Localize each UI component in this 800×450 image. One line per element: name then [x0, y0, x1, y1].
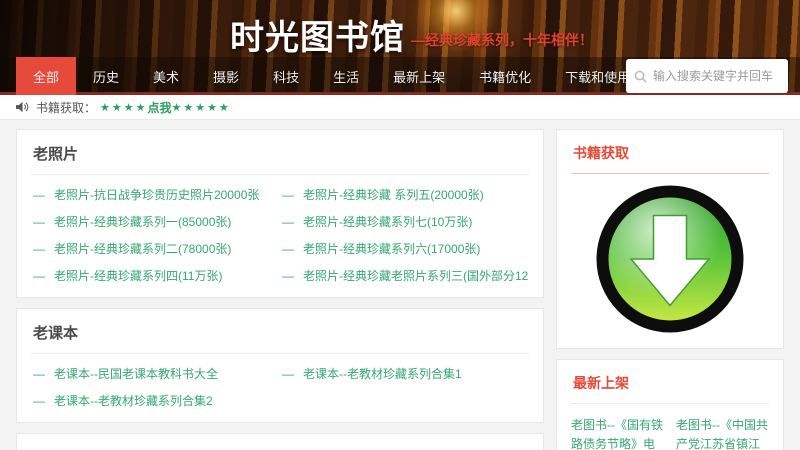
dash-bullet-icon: — [282, 214, 294, 229]
nav-item[interactable]: 书籍优化 [462, 57, 548, 95]
dash-bullet-icon: — [33, 214, 45, 229]
book-link[interactable]: 老照片-经典珍藏系列六(17000张) [303, 240, 480, 257]
dash-bullet-icon: — [282, 366, 294, 381]
nav-item[interactable]: 摄影 [196, 57, 256, 95]
stars-left: ★★★★ [100, 101, 148, 114]
book-link[interactable]: 老照片-经典珍藏系列一(85000张) [54, 213, 231, 230]
list-item: — 老照片-经典珍藏老照片系列三(国外部分12万张) [280, 267, 529, 284]
book-link[interactable]: 老照片-经典珍藏老照片系列三(国外部分12万张) [303, 267, 529, 284]
sidebar-box-title: 书籍获取 [573, 145, 629, 161]
stars-right: ★★★★★ [171, 101, 231, 114]
speaker-icon [16, 101, 29, 113]
latest-book-link[interactable]: 老图书--《中国共产党江苏省镇江市组织史资料(1925-5—1987-10)》电… [676, 416, 769, 450]
nav-item[interactable]: 生活 [316, 57, 376, 95]
list-item: — 老课本--老教材珍藏系列合集1 [280, 365, 529, 382]
sidebar-box-title: 最新上架 [573, 375, 629, 391]
list-item: — 老照片-抗日战争珍贵历史照片20000张 [31, 186, 280, 203]
nav-item[interactable]: 美术 [136, 57, 196, 95]
book-link[interactable]: 老课本--老教材珍藏系列合集1 [303, 365, 462, 382]
latest-books-list: 老图书--《国有铁路债务节略》电子版合集 老图书--《中国共产党江苏省镇江市组织… [557, 404, 783, 450]
search-input[interactable] [653, 69, 780, 83]
list-item: — 老课本--老教材珍藏系列合集2 [31, 392, 280, 409]
dash-bullet-icon: — [33, 241, 45, 256]
dash-bullet-icon: — [282, 241, 294, 256]
list-item: — 老照片-经典珍藏系列四(11万张) [31, 267, 280, 284]
book-link[interactable]: 老课本--老教材珍藏系列合集2 [54, 392, 213, 409]
book-link[interactable]: 老照片-经典珍藏系列二(78000张) [54, 240, 231, 257]
sidebar-latest-box: 最新上架 老图书--《国有铁路债务节略》电子版合集 老图书--《中国共产党江苏省… [556, 359, 784, 450]
dash-bullet-icon: — [282, 268, 294, 283]
main-content: 老照片 — 老照片-抗日战争珍贵历史照片20000张 — 老照片-经典珍藏 系列… [0, 120, 800, 450]
dash-bullet-icon: — [33, 187, 45, 202]
book-link[interactable]: 老照片-经典珍藏 系列五(20000张) [303, 186, 484, 203]
book-link[interactable]: 老照片-抗日战争珍贵历史照片20000张 [54, 186, 259, 203]
nav-item[interactable]: 历史 [76, 57, 136, 95]
list-item: — 老照片-经典珍藏系列二(78000张) [31, 240, 280, 257]
book-link[interactable]: 老课本--民国老课本教科书大全 [54, 365, 218, 382]
nav-item[interactable]: 最新上架 [376, 57, 462, 95]
section-modern-magazines: 近代杂志 — 现代杂志--《兵器知识》1979-2018年合集 — 现代杂志--… [16, 433, 544, 450]
header-top: 时光图书馆 —经典珍藏系列，十年相伴！ [0, 0, 800, 57]
site-title: 时光图书馆 [230, 19, 405, 58]
list-item: — 老课本--民国老课本教科书大全 [31, 365, 280, 382]
notice-bar: 书籍获取： ★★★★ 点我 ★★★★★ [0, 95, 800, 120]
site-subtitle: —经典珍藏系列，十年相伴！ [411, 32, 593, 48]
section-old-photos: 老照片 — 老照片-抗日战争珍贵历史照片20000张 — 老照片-经典珍藏 系列… [16, 129, 544, 298]
list-item: — 老照片-经典珍藏系列七(10万张) [280, 213, 529, 230]
old-textbooks-link-list: — 老课本--民国老课本教科书大全 — 老课本--老教材珍藏系列合集1 — 老课… [17, 354, 543, 422]
download-arrow-icon[interactable] [595, 184, 745, 334]
header-banner: 时光图书馆 —经典珍藏系列，十年相伴！ 全部 历史 美术 摄影 科技 生活 最新… [0, 0, 800, 95]
section-title: 老照片 [33, 146, 79, 163]
old-photos-link-list: — 老照片-抗日战争珍贵历史照片20000张 — 老照片-经典珍藏 系列五(20… [17, 175, 543, 297]
list-item: — 老照片-经典珍藏系列一(85000张) [31, 213, 280, 230]
notice-label: 书籍获取： [36, 100, 97, 115]
content-column: 老照片 — 老照片-抗日战争珍贵历史照片20000张 — 老照片-经典珍藏 系列… [16, 129, 544, 450]
dash-bullet-icon: — [282, 187, 294, 202]
search-icon [634, 70, 647, 83]
dash-bullet-icon: — [33, 268, 45, 283]
notice-click-link[interactable]: 点我 [147, 99, 171, 116]
section-title: 老课本 [33, 325, 79, 342]
sidebar-download-box: 书籍获取 [556, 129, 784, 349]
search-box[interactable] [626, 59, 788, 93]
list-item: — 老照片-经典珍藏系列六(17000张) [280, 240, 529, 257]
list-item: — 老照片-经典珍藏 系列五(20000张) [280, 186, 529, 203]
book-link[interactable]: 老照片-经典珍藏系列七(10万张) [303, 213, 472, 230]
sidebar: 书籍获取 最新上架 老图书--《国有铁路债务节略》电 老图书--《中国共产党江苏… [556, 129, 784, 450]
section-old-textbooks: 老课本 — 老课本--民国老课本教科书大全 — 老课本--老教材珍藏系列合集1 [16, 308, 544, 423]
latest-book-link[interactable]: 老图书--《国有铁路债务节略》电子版合集 [571, 416, 664, 450]
nav-item[interactable]: 科技 [256, 57, 316, 95]
dash-bullet-icon: — [33, 393, 45, 408]
nav-item[interactable]: 全部 [16, 57, 77, 95]
section-title: 近代杂志 [17, 434, 543, 450]
dash-bullet-icon: — [33, 366, 45, 381]
book-link[interactable]: 老照片-经典珍藏系列四(11万张) [54, 267, 222, 284]
